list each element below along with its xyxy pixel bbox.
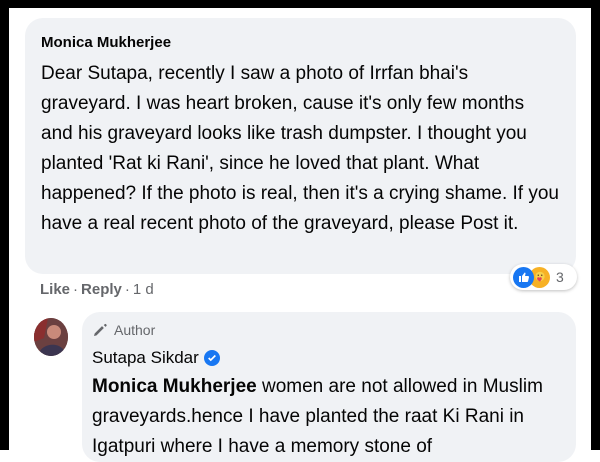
author-badge: Author — [92, 322, 155, 338]
verified-badge-icon — [203, 350, 220, 366]
comment-text: Dear Sutapa, recently I saw a photo of I… — [41, 63, 560, 234]
comment-author-name[interactable]: Monica Mukherjee — [41, 34, 171, 51]
reaction-count: 3 — [556, 269, 564, 285]
mention-link[interactable]: Monica Mukherjee — [92, 376, 257, 397]
comment-actions: Like · Reply · 1 d — [40, 281, 154, 298]
action-separator: · — [73, 281, 79, 298]
window-frame-top — [0, 0, 600, 8]
reaction-summary[interactable]: 3 — [510, 264, 577, 290]
reply-text: Monica Mukherjee women are not allowed i… — [92, 372, 562, 462]
reply-author: Sutapa Sikdar — [92, 348, 220, 368]
pen-icon — [94, 323, 107, 336]
reply-author-name[interactable]: Sutapa Sikdar — [92, 348, 199, 368]
like-button[interactable]: Like — [40, 281, 70, 298]
comment-bubble: Monica Mukherjee Dear Sutapa, recently I… — [25, 18, 576, 274]
reply-bubble: Author Sutapa Sikdar Monica Mukherjee wo… — [82, 312, 576, 462]
window-frame-left — [0, 0, 9, 450]
like-icon — [513, 266, 534, 288]
comment-timestamp[interactable]: 1 d — [133, 281, 154, 298]
reply-button[interactable]: Reply — [81, 281, 122, 298]
author-badge-label: Author — [114, 322, 156, 338]
window-frame-right — [591, 0, 600, 450]
action-separator: · — [124, 281, 130, 298]
avatar[interactable] — [34, 318, 68, 356]
